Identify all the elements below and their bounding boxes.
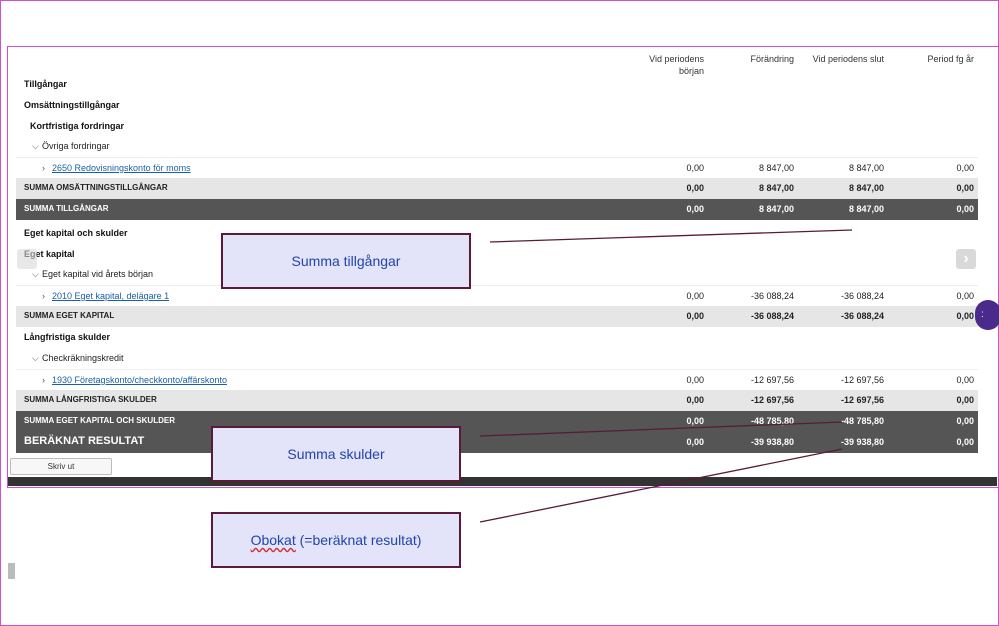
callout-text: (=beräknat resultat) — [295, 532, 422, 548]
callout-connector-lines — [479, 229, 853, 523]
callout-text-obokat: Obokat — [250, 532, 296, 548]
callout-summa-tillgangar: Summa tillgångar — [221, 233, 471, 289]
callout-summa-skulder: Summa skulder — [211, 426, 461, 482]
callout-text: Summa skulder — [287, 446, 385, 462]
callout-text: Summa tillgångar — [291, 253, 401, 269]
callout-obokat: Obokat (=beräknat resultat) — [211, 512, 461, 568]
scrollbar-thumb[interactable] — [8, 563, 15, 579]
